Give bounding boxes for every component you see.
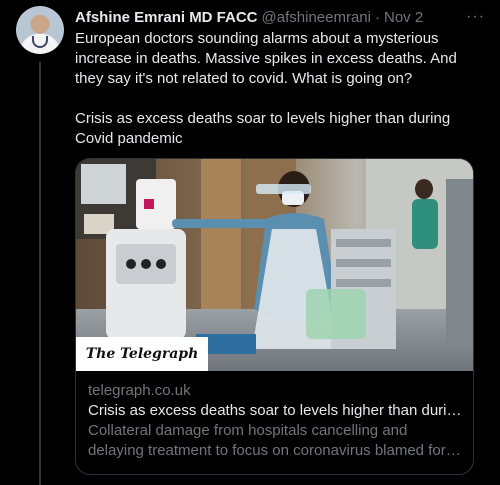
tweet-content: Afshine Emrani MD FACC @afshineemrani · …: [75, 6, 485, 475]
card-meta[interactable]: telegraph.co.uk Crisis as excess deaths …: [88, 381, 466, 461]
thread-line: [39, 62, 41, 485]
stethoscope-icon: [32, 36, 48, 48]
avatar[interactable]: [16, 6, 64, 54]
tweet-paragraph: European doctors sounding alarms about a…: [75, 30, 457, 87]
card-title[interactable]: Crisis as excess deaths soar to levels h…: [88, 401, 466, 421]
author-name[interactable]: Afshine Emrani MD FACC: [75, 9, 258, 26]
tweet-header: Afshine Emrani MD FACC @afshineemrani · …: [75, 6, 485, 28]
tweet-text: European doctors sounding alarms about a…: [75, 29, 485, 149]
card-description: Collateral damage from hospitals cancell…: [88, 422, 446, 459]
separator-dot: ·: [374, 8, 380, 26]
publisher-logo-text: The Telegraph: [85, 346, 199, 362]
card-domain: telegraph.co.uk: [88, 382, 191, 399]
tweet-paragraph: Crisis as excess deaths soar to levels h…: [75, 110, 451, 147]
publisher-logo: The Telegraph: [76, 337, 208, 371]
tweet-date[interactable]: Nov 2: [384, 9, 423, 26]
more-options-icon[interactable]: ···: [466, 8, 485, 26]
author-handle[interactable]: @afshineemrani: [262, 9, 371, 26]
link-card[interactable]: The Telegraph telegraph.co.uk Crisis as …: [75, 158, 474, 475]
card-image[interactable]: The Telegraph: [76, 159, 473, 371]
